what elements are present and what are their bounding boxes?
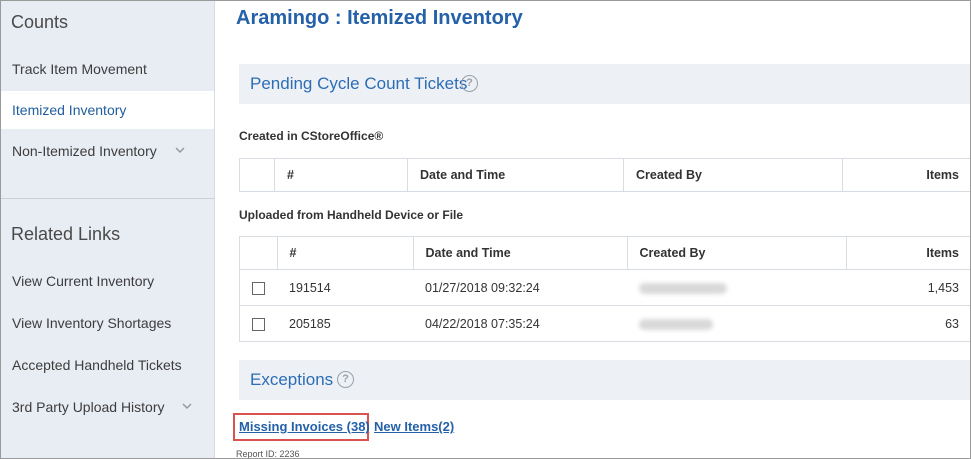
ticket-created-by: [627, 269, 846, 306]
sidebar-item-label: View Current Inventory: [12, 273, 155, 289]
section-title: Pending Cycle Count Tickets: [250, 74, 468, 93]
ticket-datetime: 04/22/2018 07:35:24: [413, 305, 627, 342]
ticket-items: 1,453: [846, 269, 970, 306]
main-content: Aramingo : Itemized Inventory Pending Cy…: [215, 1, 970, 459]
exceptions-header: Exceptions ?: [239, 360, 970, 400]
redacted-name: [639, 318, 713, 330]
sidebar-item-view-current-inventory[interactable]: View Current Inventory: [1, 262, 214, 300]
column-header-items[interactable]: Items: [842, 158, 970, 192]
column-header-date-time[interactable]: Date and Time: [412, 236, 628, 270]
ticket-number: 205185: [277, 305, 413, 342]
sidebar-item-track-item-movement[interactable]: Track Item Movement: [1, 50, 214, 88]
table-row[interactable]: 191514 01/27/2018 09:32:24 1,453: [239, 269, 970, 306]
sidebar-item-label: Accepted Handheld Tickets: [12, 357, 182, 373]
row-select-cell: [239, 269, 277, 306]
app-frame: Counts Track Item Movement Itemized Inve…: [0, 0, 971, 459]
column-header-created-by[interactable]: Created By: [626, 236, 847, 270]
sidebar: Counts Track Item Movement Itemized Inve…: [1, 1, 215, 458]
pending-cycle-count-header: Pending Cycle Count Tickets ?: [239, 64, 970, 104]
column-header-created-by[interactable]: Created By: [623, 158, 843, 192]
sidebar-item-label: Itemized Inventory: [12, 102, 127, 118]
uploaded-tickets-table: # Date and Time Created By Items 191514 …: [239, 236, 970, 342]
sidebar-heading-counts: Counts: [11, 12, 69, 32]
column-header-items[interactable]: Items: [845, 236, 970, 270]
sidebar-item-itemized-inventory[interactable]: Itemized Inventory: [1, 91, 214, 129]
sidebar-item-accepted-handheld-tickets[interactable]: Accepted Handheld Tickets: [1, 346, 214, 384]
sidebar-item-non-itemized-inventory[interactable]: Non-Itemized Inventory: [1, 132, 214, 170]
help-icon[interactable]: ?: [461, 75, 478, 92]
help-icon[interactable]: ?: [337, 371, 354, 388]
redacted-name: [639, 282, 727, 294]
section-title: Exceptions: [250, 370, 334, 389]
sidebar-heading-related-links: Related Links: [11, 224, 121, 244]
new-items-link[interactable]: New Items(2): [374, 419, 454, 434]
row-select-cell: [239, 305, 277, 342]
row-checkbox[interactable]: [252, 317, 265, 331]
table-header-row: # Date and Time Created By Items: [239, 158, 970, 192]
sidebar-item-view-inventory-shortages[interactable]: View Inventory Shortages: [1, 304, 214, 342]
sidebar-item-label: 3rd Party Upload History: [12, 399, 165, 415]
sidebar-item-label: Non-Itemized Inventory: [12, 143, 157, 159]
column-header-select: [239, 158, 275, 192]
column-header-date-time[interactable]: Date and Time: [407, 158, 624, 192]
column-header-number[interactable]: #: [274, 158, 408, 192]
ticket-items: 63: [846, 305, 970, 342]
uploaded-table-label: Uploaded from Handheld Device or File: [239, 208, 464, 222]
ticket-number: 191514: [277, 269, 413, 306]
report-id: Report ID: 2236: [236, 449, 300, 459]
table-row[interactable]: 205185 04/22/2018 07:35:24 63: [239, 305, 970, 342]
page-title: Aramingo : Itemized Inventory: [236, 7, 523, 29]
column-header-number[interactable]: #: [276, 236, 414, 270]
missing-invoices-link[interactable]: Missing Invoices (38): [239, 419, 370, 434]
sidebar-divider: [1, 198, 214, 199]
created-tickets-table: # Date and Time Created By Items: [239, 158, 970, 192]
sidebar-item-3rd-party-upload-history[interactable]: 3rd Party Upload History: [1, 388, 214, 426]
column-header-select: [239, 236, 278, 270]
sidebar-item-label: Track Item Movement: [12, 61, 147, 77]
table-header-row: # Date and Time Created By Items: [239, 236, 970, 270]
ticket-created-by: [627, 305, 846, 342]
ticket-datetime: 01/27/2018 09:32:24: [413, 269, 627, 306]
sidebar-item-label: View Inventory Shortages: [12, 315, 172, 331]
row-checkbox[interactable]: [252, 281, 265, 295]
created-table-label: Created in CStoreOffice®: [239, 129, 384, 143]
